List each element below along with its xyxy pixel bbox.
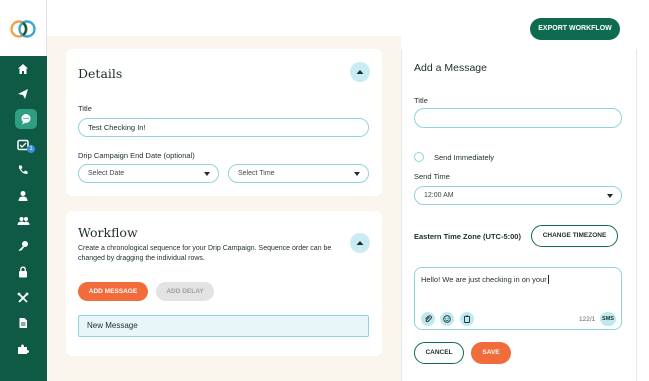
workflow-row[interactable]: New Message (78, 315, 369, 337)
emoji-button[interactable] (440, 312, 454, 326)
sidebar-item-tools[interactable] (13, 288, 33, 308)
chevron-down-icon (204, 172, 210, 176)
text-cursor (547, 275, 551, 284)
title-label: Title (78, 104, 92, 113)
character-count: 122/1 (579, 316, 596, 323)
workflow-title: Workflow (78, 225, 138, 240)
change-timezone-button[interactable]: CHANGE TIMEZONE (531, 225, 618, 247)
attachment-button[interactable] (421, 312, 435, 326)
sidebar-item-keys[interactable] (13, 236, 33, 256)
chevron-up-icon (356, 70, 364, 74)
message-text[interactable]: Hello! We are just checking in on your (421, 275, 551, 284)
send-time-dropdown[interactable]: 12:00 AM (414, 186, 622, 205)
chevron-up-icon (356, 241, 364, 245)
sidebar-item-home[interactable] (13, 59, 33, 79)
workflow-card: Workflow Create a chronological sequence… (66, 211, 382, 356)
clipboard-icon (464, 315, 470, 323)
select-time-dropdown[interactable]: Select Time (228, 164, 369, 183)
sms-label: SMS (602, 316, 614, 322)
document-icon (19, 318, 27, 328)
add-message-title: Add a Message (414, 62, 487, 74)
sidebar-item-integrations[interactable] (13, 339, 33, 359)
tools-icon (17, 292, 29, 303)
lock-icon (19, 266, 27, 278)
sidebar-item-documents[interactable] (13, 313, 33, 333)
chat-icon (21, 114, 31, 125)
select-date-text: Select Date (88, 170, 125, 177)
export-workflow-button[interactable]: EXPORT WORKFLOW (530, 18, 620, 40)
message-text-content: Hello! We are just checking in on your (421, 275, 547, 284)
sms-badge[interactable]: SMS (600, 312, 616, 326)
add-message-panel: Add a Message Title Send Immediately Sen… (401, 49, 637, 381)
chevron-down-icon (607, 194, 613, 198)
add-delay-button[interactable]: ADD DELAY (156, 282, 214, 301)
logo-mark (10, 20, 36, 38)
sidebar-item-security[interactable] (13, 262, 33, 282)
sidebar-item-send[interactable] (13, 84, 33, 104)
sidebar-item-chat[interactable] (15, 109, 37, 129)
send-time-label: Send Time (414, 172, 450, 181)
user-icon (18, 191, 28, 201)
paperclip-icon (425, 315, 432, 323)
send-immediately-radio[interactable] (414, 152, 424, 162)
puzzle-icon (18, 344, 29, 354)
details-collapse-button[interactable] (350, 62, 370, 82)
inbox-badge: 1 (27, 145, 35, 153)
sidebar-item-contacts[interactable] (13, 186, 33, 206)
title-input[interactable]: Test Checking In! (78, 118, 369, 137)
workflow-description: Create a chronological sequence for your… (78, 245, 332, 262)
save-button[interactable]: SAVE (471, 342, 511, 364)
sidebar-item-phone[interactable] (13, 160, 33, 180)
smile-icon (443, 315, 451, 323)
cancel-button[interactable]: CANCEL (414, 342, 464, 364)
end-date-label: Drip Campaign End Date (optional) (78, 151, 195, 160)
message-editor[interactable]: Hello! We are just checking in on your 1… (414, 267, 622, 330)
sidebar: 1 (0, 0, 47, 381)
send-icon (18, 89, 28, 99)
add-message-button[interactable]: ADD MESSAGE (78, 282, 148, 301)
app-logo[interactable] (0, 0, 47, 56)
key-icon (18, 241, 28, 251)
message-title-input[interactable] (414, 108, 622, 128)
details-card: Details Title Test Checking In! Drip Cam… (66, 49, 382, 196)
sidebar-item-inbox[interactable]: 1 (13, 135, 35, 155)
message-title-label: Title (414, 96, 428, 105)
users-icon (17, 217, 29, 225)
select-date-dropdown[interactable]: Select Date (78, 164, 219, 183)
home-icon (18, 64, 28, 74)
send-immediately-label: Send Immediately (434, 153, 495, 162)
template-button[interactable] (460, 312, 474, 326)
phone-icon (19, 165, 28, 175)
chevron-down-icon (354, 172, 360, 176)
send-time-value: 12:00 AM (424, 192, 454, 199)
details-title: Details (78, 66, 123, 81)
timezone-label: Eastern Time Zone (UTC-5:00) (414, 232, 521, 241)
sidebar-item-groups[interactable] (13, 211, 33, 231)
select-time-text: Select Time (238, 170, 275, 177)
workflow-collapse-button[interactable] (350, 233, 370, 253)
